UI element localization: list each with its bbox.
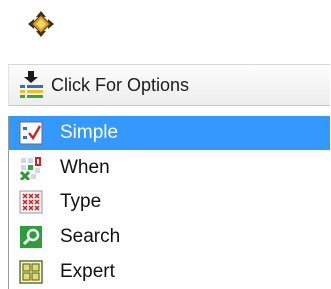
simple-checklist-icon	[19, 121, 43, 145]
menu-item-type-label: Type	[60, 191, 102, 212]
menu-item-type[interactable]: Type	[9, 185, 330, 219]
type-grid-icon	[19, 190, 43, 214]
search-icon	[19, 225, 43, 249]
expert-grid-icon	[19, 260, 43, 284]
options-menu: Simple When Type Search Expert	[8, 116, 330, 289]
click-for-options-label: Click For Options	[51, 74, 190, 95]
when-grid-icon	[19, 156, 43, 180]
menu-item-simple[interactable]: Simple	[9, 116, 330, 150]
menu-item-search-label: Search	[60, 226, 121, 247]
click-for-options-button[interactable]: Click For Options	[8, 64, 330, 106]
menu-item-simple-label: Simple	[60, 122, 119, 143]
menu-item-expert-label: Expert	[60, 261, 115, 282]
menu-item-when-label: When	[60, 157, 110, 178]
options-list-icon	[19, 70, 45, 100]
move-arrows-icon[interactable]	[27, 10, 55, 38]
menu-item-search[interactable]: Search	[9, 220, 330, 254]
menu-item-expert[interactable]: Expert	[9, 255, 330, 289]
options-panel: Click For Options Simple When Type Searc…	[0, 0, 331, 289]
menu-item-when[interactable]: When	[9, 151, 330, 185]
